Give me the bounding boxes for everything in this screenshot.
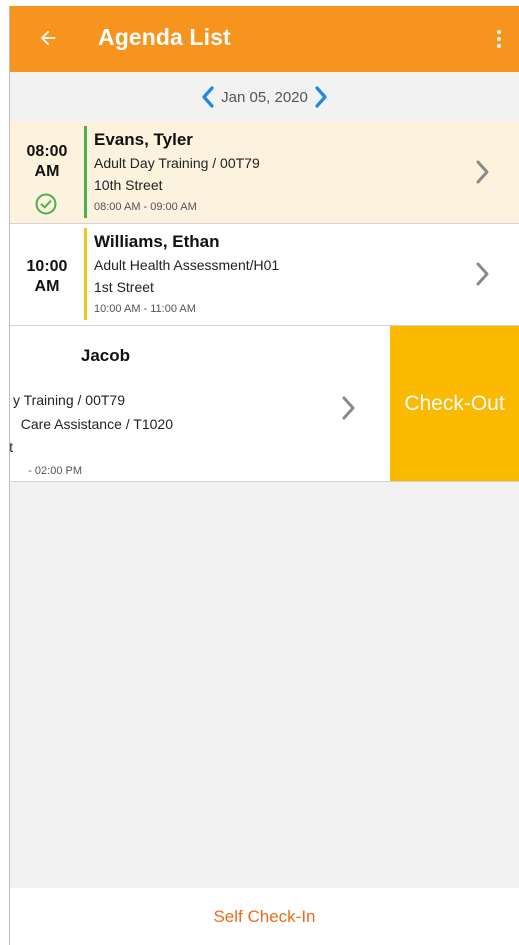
date-navigator: Jan 05, 2020: [10, 72, 519, 123]
address: t: [10, 436, 13, 458]
status-accent-bar: [84, 228, 87, 320]
appointment-row[interactable]: 08:00 AM Evans, Tyler Adult Day Training…: [10, 122, 519, 224]
client-name: Williams, Ethan: [94, 232, 220, 251]
app-bar: Agenda List: [10, 6, 519, 72]
more-vert-icon: [497, 30, 501, 34]
service-line: Adult Day Training / 00T79: [94, 155, 260, 171]
self-check-in-button[interactable]: Self Check-In: [213, 907, 315, 927]
time-label: 10:00 AM: [26, 258, 68, 295]
arrow-left-icon: [40, 30, 56, 46]
chevron-left-icon: [202, 86, 214, 108]
current-date: Jan 05, 2020: [221, 88, 308, 106]
service-line: y Training / 00T79: [12, 392, 125, 408]
time-span: 10:00 AM - 11:00 AM: [94, 303, 196, 315]
bottom-bar: Self Check-In: [10, 888, 519, 945]
chevron-right-icon: [476, 160, 489, 184]
chevron-right-icon: [476, 262, 489, 286]
more-vert-icon-dot: [497, 37, 501, 41]
client-name: Evans, Tyler: [94, 130, 193, 149]
next-day-button[interactable]: [312, 85, 330, 109]
time-label: 08:00 AM: [26, 143, 68, 180]
appointment-row[interactable]: 10:00 AM Williams, Ethan Adult Health As…: [10, 224, 519, 326]
service-line: Care Assistance / T1020: [20, 416, 173, 432]
address: 1st Street: [94, 279, 154, 295]
back-button[interactable]: [30, 20, 66, 56]
overflow-menu-button[interactable]: [487, 22, 511, 56]
chevron-right-icon: [315, 86, 327, 108]
client-name: Jacob: [80, 346, 130, 365]
appointment-details: Williams, Ethan Adult Health Assessment/…: [94, 230, 279, 320]
appointment-details: Evans, Tyler Adult Day Training / 00T79 …: [94, 128, 260, 218]
appointment-time: 10:00 AM: [10, 224, 84, 325]
chevron-right-icon: [342, 396, 355, 420]
page-title: Agenda List: [98, 24, 231, 50]
time-span: - 02:00 PM: [28, 465, 82, 477]
service-line: Adult Health Assessment/H01: [94, 257, 280, 273]
address: 10th Street: [94, 177, 163, 193]
previous-day-button[interactable]: [199, 85, 217, 109]
appointment-details: Jacob y Training / 00T79 Care Assistance…: [10, 326, 390, 481]
more-vert-icon-dot: [497, 44, 501, 48]
time-span: 08:00 AM - 09:00 AM: [94, 201, 197, 213]
status-accent-bar: [84, 126, 87, 218]
appointment-time: 08:00 AM: [10, 122, 84, 223]
appointment-row-swiped[interactable]: Jacob y Training / 00T79 Care Assistance…: [10, 326, 519, 482]
check-out-button[interactable]: Check-Out: [390, 326, 519, 481]
check-circle-icon: [35, 193, 57, 215]
app-screen: Agenda List Jan 05, 2020 08:00 AM Evans,…: [10, 6, 519, 945]
